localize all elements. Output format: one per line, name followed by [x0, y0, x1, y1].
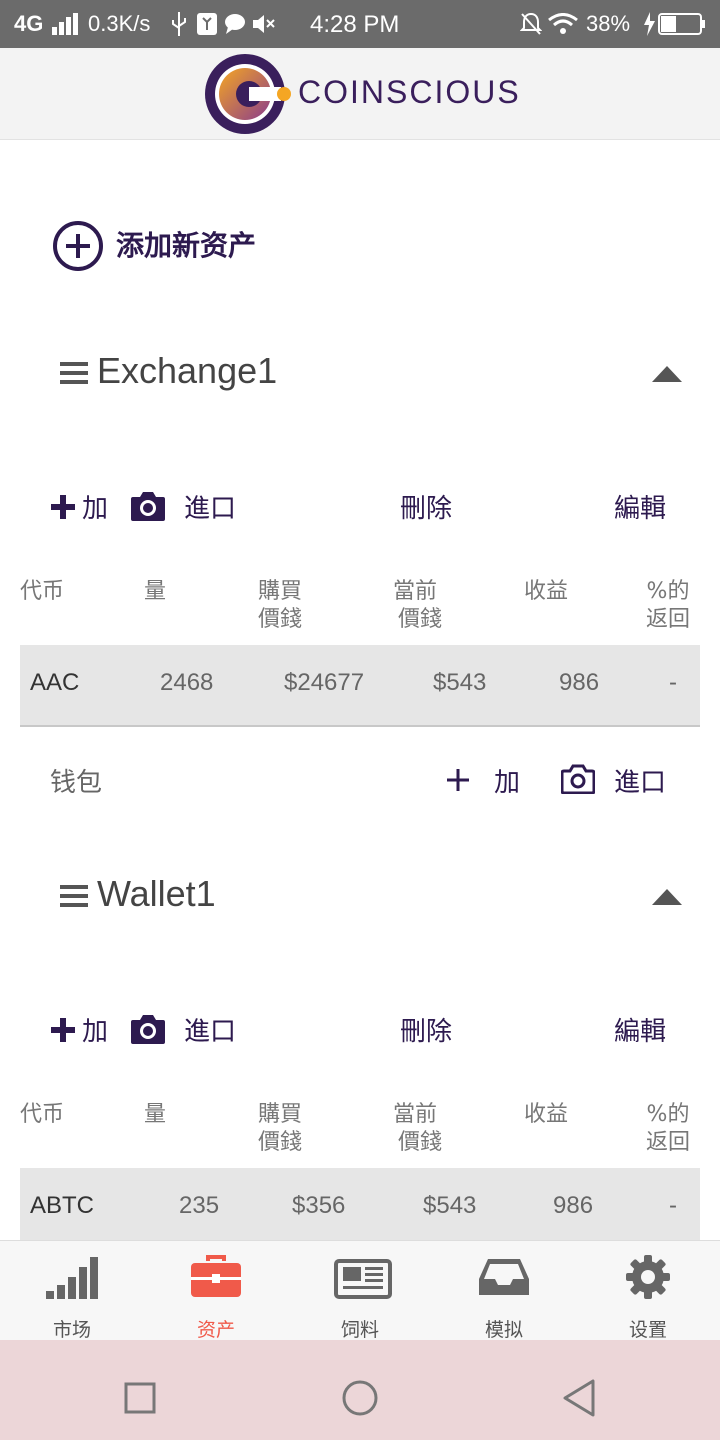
import-button[interactable]: 進口	[184, 1011, 236, 1048]
section-title: Wallet1	[97, 873, 216, 914]
wallet-add-button[interactable]: 加	[494, 762, 520, 799]
edit-button[interactable]: 編輯	[614, 488, 666, 525]
recent-apps-icon[interactable]	[124, 1382, 156, 1414]
nav-tab-settings[interactable]: 设置	[576, 1241, 720, 1341]
cell-token: AAC	[30, 669, 80, 696]
network-type: 4G	[14, 11, 44, 36]
add-asset-label: 添加新资产	[116, 229, 257, 262]
wifi-icon	[548, 13, 578, 34]
briefcase-icon	[191, 1255, 241, 1297]
nav-label: 市场	[52, 1319, 91, 1341]
nav-label: 饲料	[340, 1319, 379, 1341]
home-icon[interactable]	[342, 1380, 378, 1416]
section-title: Exchange1	[97, 350, 278, 391]
table-row[interactable]: ABTC 235 $356 $543 986 -	[20, 1168, 700, 1250]
camera-icon[interactable]	[130, 490, 166, 522]
cell-buy-price: $356	[292, 1192, 346, 1219]
nav-label: 设置	[628, 1319, 667, 1341]
signal-strength-icon	[52, 13, 78, 35]
cell-return: -	[669, 1192, 677, 1219]
nav-tab-assets[interactable]: 资产	[144, 1241, 288, 1341]
message-icon	[225, 14, 245, 34]
column-header-return: %的 返回	[646, 579, 691, 632]
inbox-tray-icon	[479, 1259, 529, 1295]
back-icon[interactable]	[562, 1379, 596, 1417]
table-row[interactable]: AAC 2468 $24677 $543 986 -	[20, 645, 700, 727]
cell-current-price: $543	[433, 669, 487, 696]
camera-icon[interactable]	[130, 1013, 166, 1045]
cell-current-price: $543	[423, 1192, 477, 1219]
wallet-import-button[interactable]: 進口	[614, 762, 666, 799]
hamburger-icon	[60, 885, 88, 907]
column-header-amount: 量	[144, 1102, 167, 1127]
nav-tab-simulate[interactable]: 模拟	[432, 1241, 576, 1341]
notifications-off-icon	[520, 12, 542, 35]
cell-amount: 2468	[160, 669, 214, 696]
cell-profit: 986	[559, 669, 600, 696]
collapse-arrow-icon[interactable]	[652, 364, 682, 382]
camera-outline-icon[interactable]	[561, 764, 595, 794]
cell-profit: 986	[553, 1192, 594, 1219]
plus-icon[interactable]	[446, 768, 470, 792]
plus-icon[interactable]	[50, 494, 76, 520]
column-header-return: %的 返回	[646, 1102, 691, 1155]
delete-button[interactable]: 刪除	[400, 1011, 452, 1048]
newspaper-icon	[334, 1259, 392, 1299]
nav-tab-market[interactable]: 市场	[0, 1241, 144, 1341]
add-button[interactable]: 加	[82, 488, 108, 525]
column-header-token: 代币	[20, 579, 65, 604]
nav-label: 模拟	[484, 1319, 523, 1341]
column-header-current-price: 當前 價錢	[393, 579, 443, 632]
cell-amount: 235	[179, 1192, 220, 1219]
cell-buy-price: $24677	[284, 669, 365, 696]
battery-percent: 38%	[586, 11, 631, 36]
column-header-current-price: 當前 價錢	[393, 1102, 443, 1155]
column-header-buy-price: 購買 價錢	[258, 579, 303, 632]
wallet-label: 钱包	[50, 768, 103, 798]
signal-bars-icon	[46, 1257, 98, 1299]
nav-label: 资产	[196, 1319, 235, 1341]
add-circle-icon	[53, 221, 103, 271]
app-header: COINSCIOUS	[0, 48, 720, 140]
column-header-profit: 收益	[524, 1102, 569, 1127]
edit-button[interactable]: 編輯	[614, 1011, 666, 1048]
delete-button[interactable]: 刪除	[400, 488, 452, 525]
brand-name: COINSCIOUS	[298, 74, 521, 110]
system-navigation-bar	[0, 1340, 720, 1440]
nav-tab-feed[interactable]: 饲料	[288, 1241, 432, 1341]
clock: 4:28 PM	[310, 11, 400, 38]
cell-token: ABTC	[30, 1192, 95, 1219]
cell-return: -	[669, 669, 677, 696]
volume-mute-icon	[253, 15, 275, 33]
column-header-amount: 量	[144, 579, 167, 604]
column-header-buy-price: 購買 價錢	[258, 1102, 303, 1155]
status-bar: 4G 0.3K/s 4:28 PM 38%	[0, 0, 720, 48]
import-button[interactable]: 進口	[184, 488, 236, 525]
collapse-arrow-icon[interactable]	[652, 887, 682, 905]
column-header-token: 代币	[20, 1102, 65, 1127]
hamburger-icon	[60, 362, 88, 384]
coinscious-logo-icon	[205, 54, 291, 134]
bottom-nav: 市场 资产 饲料 模拟 设置	[0, 1240, 720, 1341]
usb-debug-icon	[197, 13, 217, 35]
network-speed: 0.3K/s	[88, 11, 151, 36]
plus-icon[interactable]	[50, 1017, 76, 1043]
battery-charging-icon	[644, 12, 705, 36]
column-header-profit: 收益	[524, 579, 569, 604]
usb-icon	[172, 12, 186, 36]
add-button[interactable]: 加	[82, 1011, 108, 1048]
gear-icon	[626, 1255, 670, 1299]
